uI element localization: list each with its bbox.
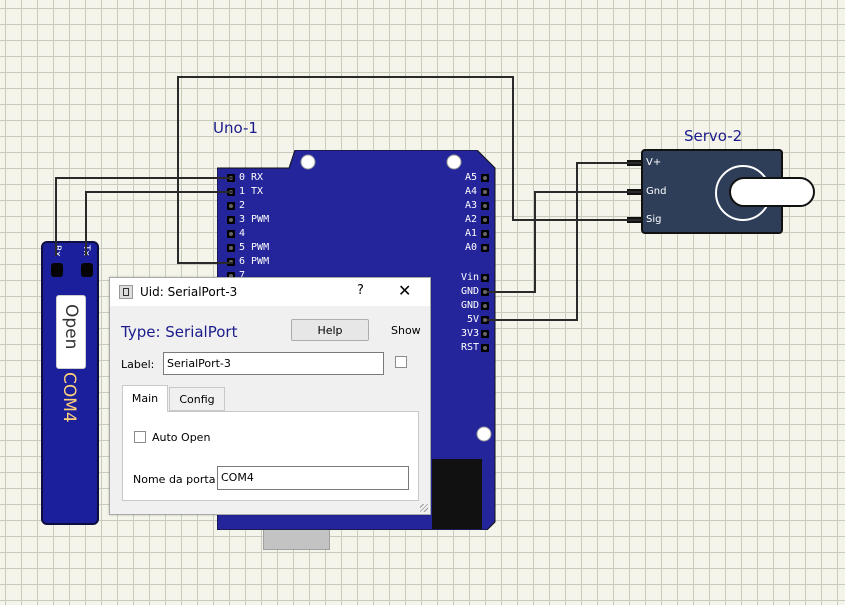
help-button[interactable]: Help [291,319,369,341]
pin-d1[interactable] [227,188,235,196]
pin-d3[interactable] [227,216,235,224]
pin-a0[interactable] [481,244,489,252]
pin-label: 4 [239,228,246,239]
show-label: Show [391,324,421,337]
servo-component[interactable]: V+ Gnd Sig [627,149,815,234]
context-help-button[interactable]: ? [357,283,364,298]
auto-open-checkbox[interactable] [134,431,146,443]
port-name-input[interactable]: COM4 [217,466,409,490]
pin-rst[interactable] [481,344,489,352]
pin-label: 1 TX [239,186,264,197]
pin-label: A0 [465,242,478,253]
label-caption: Label: [121,358,155,371]
com-port-label: COM4 [59,372,79,423]
pin-a5[interactable] [481,174,489,182]
pin-label: GND [461,286,480,297]
tx-label: Tx [81,245,91,256]
pin-a3[interactable] [481,202,489,210]
dialog-title: Uid: SerialPort-3 [140,285,238,299]
pin-a2[interactable] [481,216,489,224]
show-checkbox[interactable] [395,356,407,368]
pin-label: 6 PWM [239,256,270,267]
main-tab-panel: Auto Open Nome da porta COM4 [122,411,419,501]
pin-3v3[interactable] [481,330,489,338]
pin-d4[interactable] [227,230,235,238]
properties-dialog: Uid: SerialPort-3 ? ✕ Type: SerialPort H… [109,277,431,515]
pin-gnd-1[interactable] [481,288,489,296]
label-input[interactable]: SerialPort-3 [163,352,384,375]
pin-label: 3 PWM [239,214,270,225]
servo-arm [729,177,815,207]
pin-label: 3V3 [461,328,480,339]
tab-main[interactable]: Main [122,385,168,412]
pin-label: 5 PWM [239,242,270,253]
pin-d6[interactable] [227,258,235,266]
power-jack [432,459,482,529]
rx-label: Rx [52,245,62,257]
pin-label: RST [461,342,480,353]
servo-pin-sig[interactable] [627,217,641,223]
rx-pin[interactable] [51,263,63,277]
pin-label: A1 [465,228,478,239]
pin-5v[interactable] [481,316,489,324]
dialog-titlebar[interactable]: Uid: SerialPort-3 ? ✕ [110,278,430,306]
servo-title: Servo-2 [684,127,743,145]
pin-label: 2 [239,200,246,211]
pin-d2[interactable] [227,202,235,210]
serial-port-component[interactable]: Rx Tx Open COM4 [41,241,99,525]
servo-pin-vplus[interactable] [627,160,641,166]
pin-label: 0 RX [239,172,264,183]
component-type-label: Type: SerialPort [121,323,238,341]
pin-label: A5 [465,172,478,183]
pin-label: A2 [465,214,478,225]
board-title: Uno-1 [213,119,258,137]
pin-label: GND [461,300,480,311]
serialport-app-icon [119,285,133,299]
tx-pin[interactable] [81,263,93,277]
servo-pin-gnd[interactable] [627,189,641,195]
pin-label: A3 [465,200,478,211]
servo-pin-label: Sig [646,214,662,225]
servo-pin-label: V+ [646,157,662,168]
tab-config[interactable]: Config [169,387,225,411]
open-button-label: Open [61,304,81,350]
auto-open-label[interactable]: Auto Open [152,431,210,444]
servo-pin-label: Gnd [646,186,667,197]
close-button[interactable]: ✕ [398,281,411,300]
open-port-button[interactable]: Open [56,295,86,369]
resize-grip[interactable] [420,504,428,512]
pin-d5[interactable] [227,244,235,252]
pin-vin[interactable] [481,274,489,282]
pin-d0[interactable] [227,174,235,182]
port-name-caption: Nome da porta [133,473,216,486]
pin-label: A4 [465,186,478,197]
pin-a1[interactable] [481,230,489,238]
pin-label: 5V [467,314,480,325]
pin-gnd-2[interactable] [481,302,489,310]
pin-label: Vin [461,272,480,283]
pin-a4[interactable] [481,188,489,196]
